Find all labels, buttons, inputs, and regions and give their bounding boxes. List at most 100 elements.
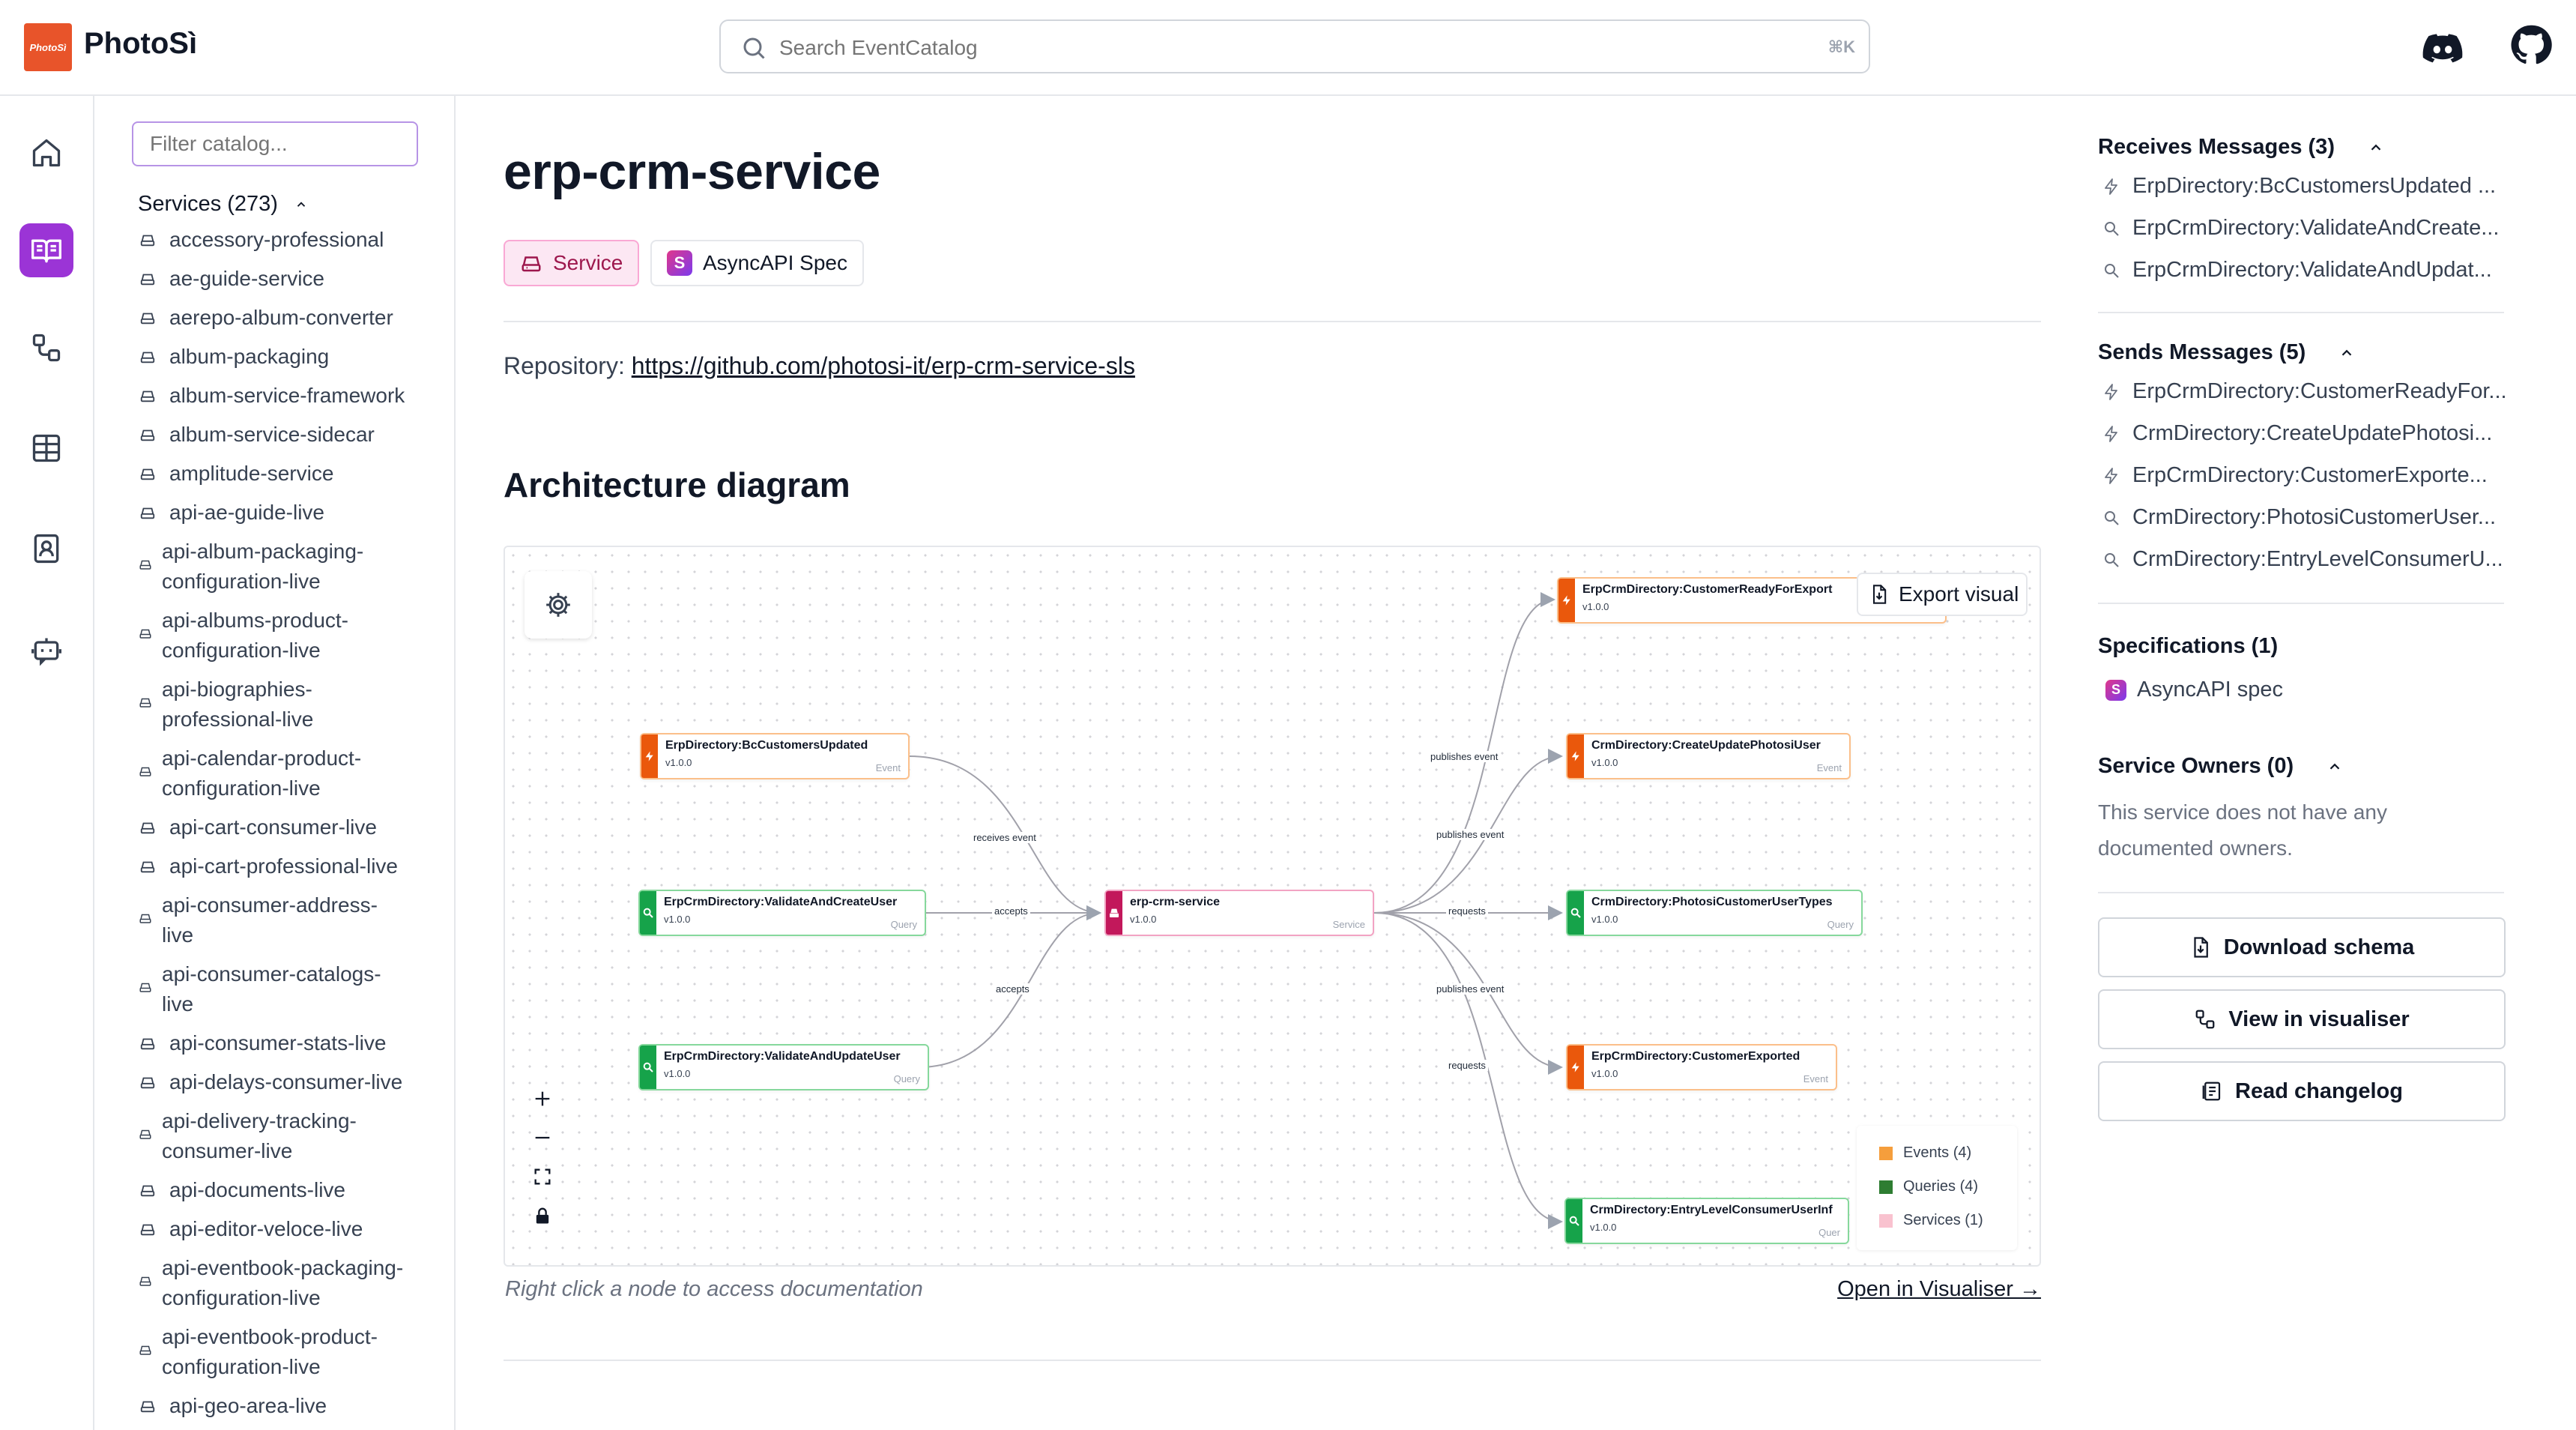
sidebar-service-item[interactable]: api-consumer-address-live [138,890,453,950]
sidebar-service-item[interactable]: api-cart-consumer-live [138,812,453,842]
services-heading[interactable]: Services (273) [138,192,308,217]
sidebar-service-item[interactable]: album-service-framework [138,381,453,411]
diagram-caption: Right click a node to access documentati… [505,1277,923,1301]
download-schema-button[interactable]: Download schema [2098,917,2506,977]
sidebar-service-item[interactable]: api-albums-product-configuration-live [138,606,453,666]
sidebar-service-item[interactable]: accessory-professional [138,225,453,255]
github-icon[interactable] [2509,22,2554,67]
node-version: v1.0.0 [1590,1222,1617,1233]
rail-home[interactable] [19,126,73,180]
sidebar-service-label-line: configuration-live [162,1286,321,1309]
node-query[interactable]: ErpCrmDirectory:ValidateAndUpdateUser v1.… [638,1044,929,1090]
repository-link[interactable]: https://github.com/photosi-it/erp-crm-se… [632,352,1135,379]
sidebar-service-item[interactable]: album-packaging [138,342,453,372]
visualiser-icon [2195,1010,2215,1029]
receives-messages-heading[interactable]: Receives Messages (3) [2098,135,2384,160]
sidebar-service-item[interactable]: api-eventbook-packaging-configuration-li… [138,1253,453,1313]
sidebar-service-item[interactable]: api-delays-consumer-live [138,1067,453,1097]
sends-messages-heading[interactable]: Sends Messages (5) [2098,340,2355,365]
zoom-out-button[interactable] [521,1118,563,1157]
node-version: v1.0.0 [665,757,692,768]
open-in-visualiser-link[interactable]: Open in Visualiser → [1837,1277,2041,1302]
asyncapi-spec-link[interactable]: S AsyncAPI spec [2105,678,2283,702]
node-name: ErpCrmDirectory:ValidateAndCreateUser [664,896,898,908]
server-icon [140,1077,155,1089]
node-version: v1.0.0 [664,1068,691,1079]
sidebar-service-label-line: album-packaging [169,345,330,368]
node-query[interactable]: CrmDirectory:EntryLevelConsumerUserInf v1… [1564,1198,1849,1244]
sent-message-link[interactable]: CrmDirectory:EntryLevelConsumerU... [2102,547,2503,572]
diagram-settings-button[interactable] [524,571,592,639]
sent-message-link[interactable]: ErpCrmDirectory:CustomerExporte... [2102,463,2488,488]
fit-view-button[interactable] [521,1157,563,1196]
export-visual-button[interactable]: Export visual [1857,573,2028,616]
sidebar-service-label-line: api-editor-veloce-live [169,1217,363,1240]
sidebar-service-item[interactable]: aerepo-album-converter [138,303,453,333]
sidebar-service-item[interactable]: api-editor-veloce-live [138,1214,453,1244]
magnifier-icon [643,908,653,918]
node-event[interactable]: CrmDirectory:CreateUpdatePhotosiUser v1.0… [1566,733,1851,779]
sidebar-service-item[interactable]: amplitude-service [138,459,453,489]
sidebar-service-item[interactable]: album-service-sidecar [138,420,453,450]
brand-name[interactable]: PhotoSì [84,27,197,61]
sidebar-service-item[interactable]: api-eventbook-product-configuration-live [138,1322,453,1382]
received-message-link[interactable]: ErpCrmDirectory:ValidateAndCreate... [2102,216,2499,241]
node-event[interactable]: ErpDirectory:BcCustomersUpdated v1.0.0 Eve… [640,733,910,779]
sidebar-service-item[interactable]: ae-guide-service [138,264,453,294]
node-service[interactable]: erp-crm-service v1.0.0 Service [1104,890,1374,936]
download-schema-label: Download schema [2223,935,2415,959]
architecture-diagram[interactable]: receives event accepts accepts publishes… [504,546,2041,1267]
sidebar-service-item[interactable]: api-biographies-professional-live [138,675,453,734]
rail-table[interactable] [19,421,73,475]
rail-chat[interactable] [19,624,73,678]
node-query[interactable]: ErpCrmDirectory:ValidateAndCreateUser v1.… [638,890,926,936]
sent-message-link[interactable]: CrmDirectory:PhotosiCustomerUser... [2102,505,2496,530]
discord-icon[interactable] [2422,27,2464,69]
view-in-visualiser-button[interactable]: View in visualiser [2098,989,2506,1049]
sidebar-service-item[interactable]: api-consumer-catalogs-live [138,959,453,1019]
service-badge[interactable]: Service [504,240,640,286]
received-message-link[interactable]: ErpCrmDirectory:ValidateAndUpdat... [2102,258,2492,283]
edge-label: accepts [994,983,1032,995]
asyncapi-spec-badge[interactable]: S AsyncAPI Spec [650,240,864,286]
server-icon [139,560,151,570]
main-content: erp-crm-service Service S AsyncAPI Spec … [456,96,2059,1430]
sidebar-service-label-line: api-calendar-product- [162,746,362,770]
message-label: ErpCrmDirectory:CustomerExporte... [2132,463,2488,487]
legend-label: Services (1) [1903,1212,1983,1228]
service-owners-heading[interactable]: Service Owners (0) [2098,754,2343,779]
zoom-in-button[interactable] [521,1079,563,1118]
search-shortcut: ⌘K [1827,37,1855,56]
rail-visualiser[interactable] [19,321,73,375]
node-version: v1.0.0 [1591,914,1618,925]
top-bar: PhotoSì PhotoSì ⌘K [0,0,2576,96]
lock-button[interactable] [521,1196,563,1235]
sidebar-service-item[interactable]: api-ae-guide-live [138,498,453,528]
directory-icon [34,534,59,564]
sidebar-service-item[interactable]: api-documents-live [138,1175,453,1205]
received-message-link[interactable]: ErpDirectory:BcCustomersUpdated ... [2102,174,2496,199]
sent-message-link[interactable]: ErpCrmDirectory:CustomerReadyFor... [2102,379,2507,404]
server-icon [140,235,155,247]
rail-docs[interactable] [19,223,73,277]
sidebar-service-item[interactable]: api-geo-area-live [138,1391,453,1421]
sent-message-link[interactable]: CrmDirectory:CreateUpdatePhotosi... [2102,421,2492,446]
sidebar-service-label-line: live [162,923,194,947]
message-label: ErpDirectory:BcCustomersUpdated ... [2132,174,2497,198]
sidebar-service-item[interactable]: api-consumer-stats-live [138,1028,453,1058]
read-changelog-button[interactable]: Read changelog [2098,1061,2506,1121]
filter-catalog-input[interactable] [132,121,418,166]
specifications-heading-label: Specifications (1) [2098,634,2279,658]
sidebar-service-item[interactable]: api-delivery-tracking-consumer-live [138,1106,453,1166]
sidebar-service-item[interactable]: api-calendar-product-configuration-live [138,743,453,803]
sidebar-service-item[interactable]: api-album-packaging-configuration-live [138,537,453,597]
node-event[interactable]: ErpCrmDirectory:CustomerExported v1.0.0 Ev… [1566,1044,1837,1090]
search-box[interactable]: ⌘K [719,19,1870,73]
brand-logo[interactable]: PhotoSì [24,23,72,71]
search-input[interactable] [779,33,1753,63]
rail-directory[interactable] [19,522,73,576]
node-query[interactable]: CrmDirectory:PhotosiCustomerUserTypes v1.… [1566,890,1863,936]
sidebar-service-label: api-biographies-professional-live [162,675,313,734]
diagram-legend: Events (4) Queries (4) Services (1) [1857,1126,2017,1250]
sidebar-service-item[interactable]: api-cart-professional-live [138,851,453,881]
